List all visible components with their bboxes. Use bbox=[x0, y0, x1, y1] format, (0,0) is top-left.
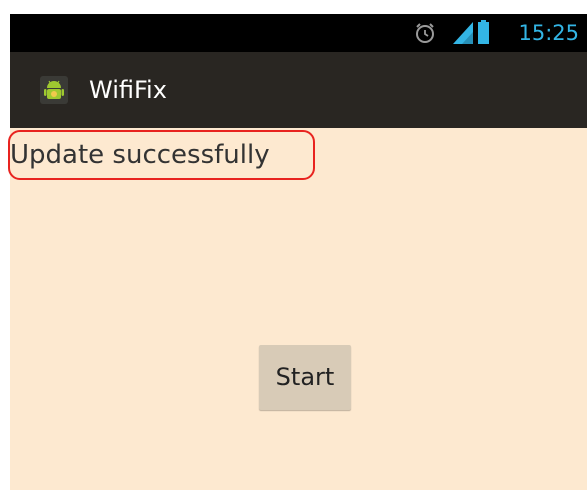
highlight-annotation bbox=[8, 130, 315, 180]
app-frame: 15:25 WifiFix Update successfully Start bbox=[10, 14, 587, 490]
screen: 15:25 WifiFix Update successfully Start bbox=[0, 0, 587, 493]
status-time: 15:25 bbox=[518, 21, 579, 45]
android-icon bbox=[40, 76, 68, 104]
status-bar: 15:25 bbox=[10, 14, 587, 52]
battery-icon bbox=[478, 20, 489, 44]
alarm-icon bbox=[416, 23, 434, 43]
app-title: WifiFix bbox=[89, 76, 167, 104]
action-bar: WifiFix bbox=[10, 52, 587, 128]
start-button[interactable]: Start bbox=[259, 345, 351, 410]
signal-icon bbox=[453, 22, 473, 44]
